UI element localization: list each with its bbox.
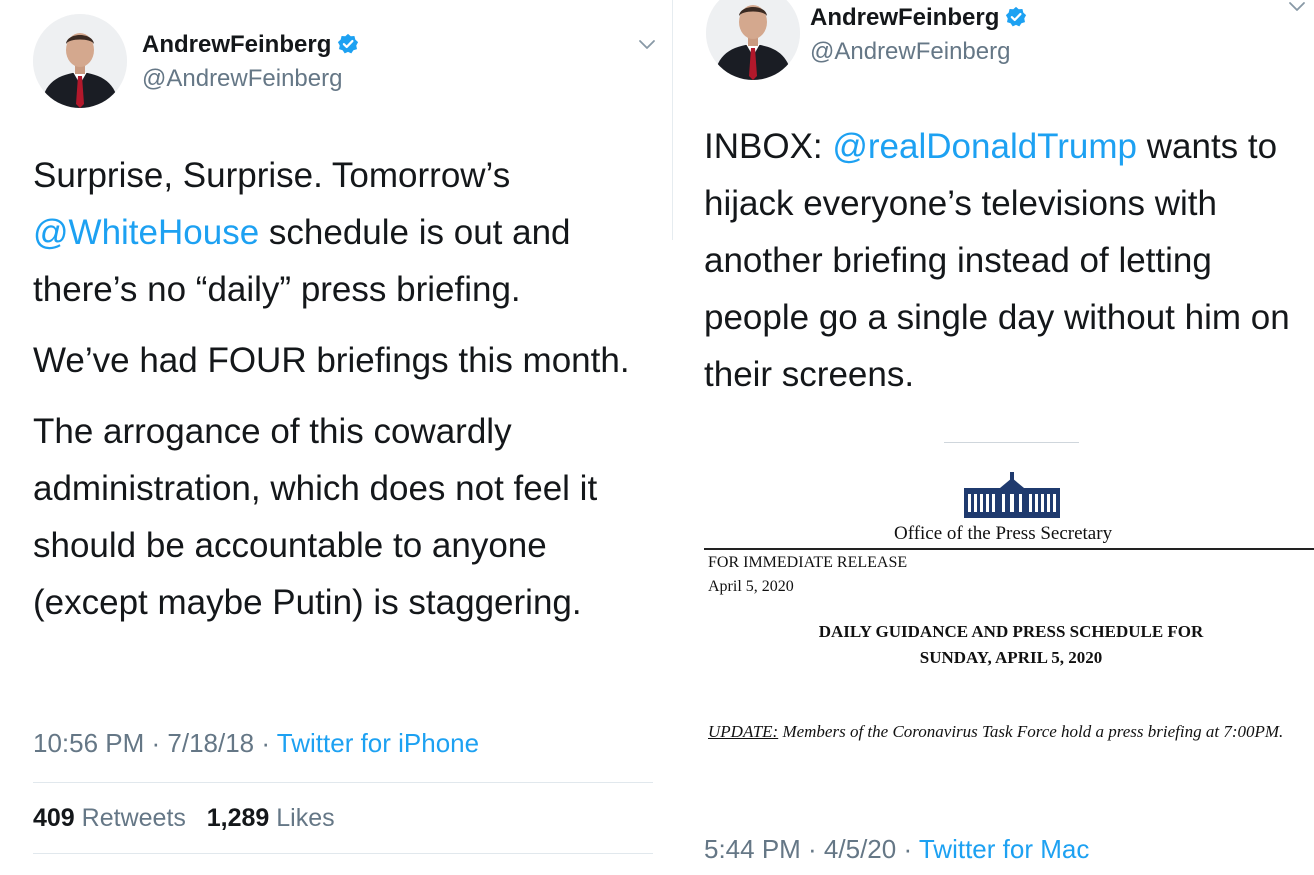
release-title-line-1: DAILY GUIDANCE AND PRESS SCHEDULE FOR [818,622,1204,641]
source-link[interactable]: Twitter for Mac [919,834,1089,864]
tweet-stats: 409 Retweets 1,289 Likes [33,804,335,833]
author-handle[interactable]: @AndrewFeinberg [142,65,342,93]
avatar[interactable] [33,14,127,108]
verified-badge-icon [337,33,359,62]
release-date: April 5, 2020 [708,578,794,595]
left-tweet: AndrewFeinberg @AndrewFeinberg Surprise,… [0,0,670,875]
tweet-timestamp: 10:56 PM · 7/18/18 · Twitter for iPhone [33,728,480,758]
tweet-paragraph: The arrogance of this cowardly administr… [33,412,598,622]
chevron-down-icon[interactable] [638,38,656,56]
retweets-stat[interactable]: 409 Retweets [33,804,186,832]
likes-stat[interactable]: 1,289 Likes [207,804,335,832]
document-rule [704,548,1314,550]
white-house-logo-icon [958,472,1066,525]
panel-divider [672,0,673,240]
tweet-timestamp: 5:44 PM · 4/5/20 · Twitter for Mac [704,834,1090,864]
tweet-body: Surprise, Surprise. Tomorrow’s @WhiteHou… [33,147,648,631]
document-toolbar [944,432,1079,443]
tweet-paragraph: We’ve had FOUR briefings this month. [33,341,630,380]
release-title-line-2: SUNDAY, APRIL 5, 2020 [919,648,1103,667]
tweet-paragraph: Surprise, Surprise. Tomorrow’s @WhiteHou… [33,156,571,309]
press-release-image[interactable]: Office of the Press Secretary FOR IMMEDI… [676,0,1314,875]
press-office-title: Office of the Press Secretary [894,523,1113,544]
divider [33,782,653,783]
right-tweet: AndrewFeinberg @AndrewFeinberg INBOX: @r… [676,0,1314,875]
divider [33,853,653,854]
author-name[interactable]: AndrewFeinberg [142,31,359,62]
source-link[interactable]: Twitter for iPhone [277,728,479,758]
release-type: FOR IMMEDIATE RELEASE [708,554,908,571]
release-update: UPDATE: Members of the Coronavirus Task … [708,722,1284,741]
mention-link[interactable]: @WhiteHouse [33,213,259,252]
